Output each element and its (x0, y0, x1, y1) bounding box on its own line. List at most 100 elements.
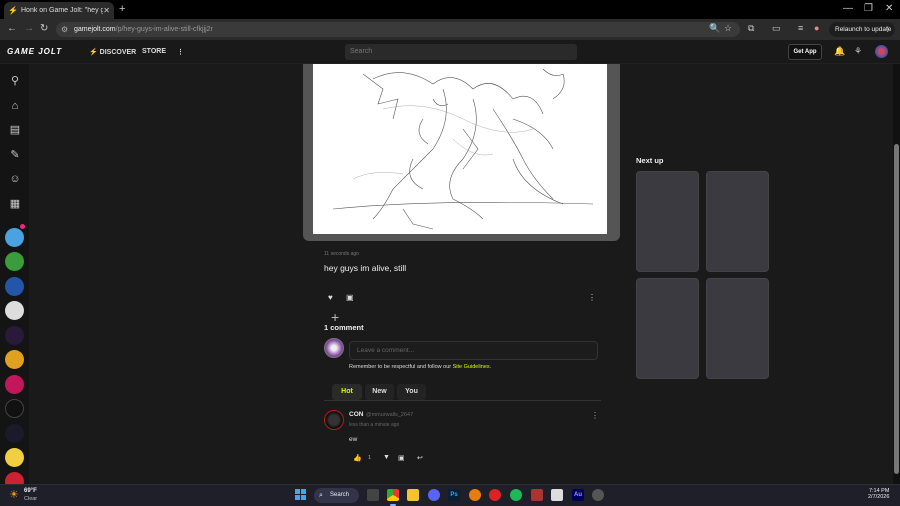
like-heart-icon[interactable]: ♥ (328, 293, 333, 302)
store-icon[interactable]: ⌂ (8, 99, 22, 113)
community-avatar[interactable] (5, 277, 24, 296)
taskbar-search[interactable]: ⌕ Search (314, 488, 359, 503)
guidelines-prefix: Remember to be respectful and follow our (349, 364, 453, 370)
new-tab-button[interactable]: + (119, 3, 125, 15)
comment-author-name[interactable]: CON (349, 411, 363, 418)
chrome-icon[interactable] (387, 489, 399, 501)
app-icon[interactable] (531, 489, 543, 501)
photoshop-icon[interactable]: Ps (448, 489, 460, 501)
get-app-button[interactable]: Get App (788, 44, 822, 60)
notifications-bell-icon[interactable]: 🔔 (834, 46, 845, 57)
post-more-icon[interactable]: ⋮ (588, 293, 596, 302)
app-icon[interactable] (551, 489, 563, 501)
next-up-card[interactable] (636, 278, 699, 379)
comment-author-handle[interactable]: @mmurwalls_2647 (366, 412, 413, 418)
library-icon[interactable]: ▤ (8, 123, 22, 137)
discord-icon[interactable] (428, 489, 440, 501)
quest-icon[interactable]: ⚘ (854, 46, 862, 57)
avatar[interactable] (324, 338, 344, 358)
nav-discover[interactable]: ⚡ DISCOVER (89, 48, 136, 56)
weather-icon[interactable]: ☀ (9, 488, 19, 501)
blender-icon[interactable] (469, 489, 481, 501)
community-avatar[interactable] (5, 350, 24, 369)
gamejolt-logo[interactable]: GAME JOLT (7, 47, 62, 56)
relaunch-label: Relaunch to update (835, 26, 892, 33)
avatar[interactable] (324, 410, 344, 430)
spotify-icon[interactable] (510, 489, 522, 501)
reply-icon[interactable]: ↩ (417, 454, 423, 462)
gamejolt-favicon-icon: ⚡ (8, 6, 18, 15)
profile-icon[interactable]: ● (814, 23, 819, 33)
bookmark-star-icon[interactable]: ☆ (724, 23, 732, 34)
scrollbar-thumb[interactable] (894, 144, 899, 474)
next-up-heading: Next up (636, 156, 664, 165)
community-avatar[interactable] (5, 326, 24, 345)
weather-temperature[interactable]: 69°F (24, 488, 37, 494)
community-avatar[interactable] (5, 399, 24, 418)
community-avatar[interactable] (5, 228, 24, 247)
zoom-icon[interactable]: 🔍 (709, 23, 720, 34)
comment-more-icon[interactable]: ⋮ (591, 411, 599, 420)
thumbs-down-icon[interactable]: ▼ (383, 454, 390, 461)
system-clock[interactable]: 7:14 PM 2/7/2026 (868, 488, 889, 500)
app-icon[interactable] (489, 489, 501, 501)
taskbar: ☀ 69°F Clear ⌕ Search Ps Au 7:14 PM 2/7/… (0, 484, 900, 506)
next-up-card[interactable] (706, 171, 769, 272)
next-up-card[interactable] (706, 278, 769, 379)
quests-icon[interactable]: ✎ (8, 148, 22, 162)
more-vert-icon[interactable]: ⋮ (177, 48, 184, 56)
chat-icon[interactable]: ☺ (8, 172, 22, 186)
tab-hot[interactable]: Hot (332, 384, 362, 400)
tab-new[interactable]: New (365, 384, 394, 400)
reload-icon[interactable]: ↻ (40, 23, 48, 34)
back-icon[interactable]: ← (7, 23, 17, 34)
sticker-icon[interactable]: ▣ (346, 293, 354, 302)
task-view-icon[interactable] (367, 489, 379, 501)
thumbs-up-icon[interactable]: 👍 (353, 454, 362, 462)
maximize-icon[interactable]: ❐ (864, 3, 873, 14)
feed-icon[interactable]: ⚲ (8, 74, 22, 88)
weather-condition[interactable]: Clear (24, 496, 37, 502)
extensions-icon[interactable]: ⧉ (748, 23, 754, 34)
community-avatar[interactable] (5, 448, 24, 467)
tab-you[interactable]: You (397, 384, 426, 400)
comment-input[interactable]: Leave a comment... (349, 341, 598, 360)
reading-list-icon[interactable]: ≡ (798, 23, 803, 33)
community-avatar[interactable] (5, 375, 24, 394)
site-info-icon[interactable]: ⚙ (61, 22, 68, 37)
next-up-card[interactable] (636, 171, 699, 272)
media-icon[interactable]: ▭ (772, 23, 781, 34)
tab-title: Honk on Game Jolt: "hey guys (21, 7, 104, 14)
comment-body: ew (349, 436, 358, 443)
start-button[interactable] (295, 489, 307, 501)
comment-time: less than a minute ago (349, 422, 400, 428)
close-tab-icon[interactable]: ✕ (103, 6, 110, 15)
audition-icon[interactable]: Au (572, 489, 584, 501)
community-avatar[interactable] (5, 301, 24, 320)
sketch-drawing (332, 68, 594, 230)
file-explorer-icon[interactable] (407, 489, 419, 501)
site-guidelines-link[interactable]: Site Guidelines (453, 364, 490, 370)
post-image[interactable] (313, 64, 607, 234)
browser-tab[interactable]: ⚡ Honk on Game Jolt: "hey guys ✕ (4, 2, 114, 19)
avatar[interactable] (875, 45, 888, 58)
docs-icon[interactable]: ▦ (8, 197, 22, 211)
notification-dot (20, 224, 25, 229)
community-avatar[interactable] (5, 424, 24, 443)
scrollbar[interactable] (893, 64, 900, 484)
settings-icon[interactable] (592, 489, 604, 501)
left-sidebar: ⚲ ⌂ ▤ ✎ ☺ ▦ (0, 64, 29, 491)
sticker-icon[interactable]: ▣ (398, 454, 405, 462)
url-input[interactable]: ⚙ gamejolt.com/p/hey-guys-im-alive-still… (56, 22, 740, 37)
more-vert-icon[interactable]: ⋮ (885, 22, 892, 37)
minimize-icon[interactable]: — (843, 3, 853, 14)
taskbar-search-label: Search (330, 492, 350, 498)
search-input[interactable]: Search (345, 44, 577, 60)
nav-store[interactable]: STORE (142, 48, 166, 55)
forward-icon[interactable]: → (24, 23, 34, 34)
relaunch-button[interactable]: Relaunch to update ⋮ (829, 22, 895, 37)
window-close-icon[interactable]: ✕ (885, 3, 893, 14)
post-media-frame (303, 64, 620, 241)
community-avatar[interactable] (5, 252, 24, 271)
discover-icon: ⚡ (89, 49, 98, 56)
